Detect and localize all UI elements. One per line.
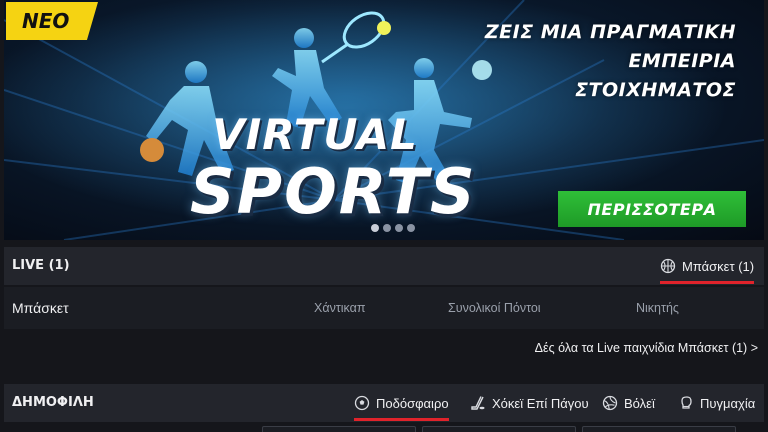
carousel-dot[interactable] (395, 224, 403, 232)
popular-tab-label: Χόκεϊ Επί Πάγου (492, 395, 589, 411)
basketball-icon (660, 258, 676, 274)
popular-section-header: ΔΗΜΟΦΙΛΗ Ποδόσφαιρο Χόκεϊ Επί Πάγου Βόλε… (4, 384, 764, 422)
banner-headline: ΖΕΙΣ ΜΙΑ ΠΡΑΓΜΑΤΙΚΗ ΕΜΠΕΙΡΙΑ ΣΤΟΙΧΗΜΑΤΟΣ (485, 18, 736, 105)
new-badge-label: NEO (22, 9, 70, 33)
market-select[interactable] (582, 426, 736, 432)
popular-tab-volleyball[interactable]: Βόλεϊ (602, 384, 655, 422)
live-sport-name: Μπάσκετ (12, 300, 69, 316)
live-tab-basketball[interactable]: Μπάσκετ (1) (660, 247, 755, 285)
live-section-header: LIVE (1) Μπάσκετ (1) (4, 247, 764, 285)
more-button[interactable]: ΠΕΡΙΣΣΟΤΕΡΑ (558, 191, 746, 227)
live-section-title: LIVE (1) (12, 258, 70, 273)
logo-line-virtual: VIRTUAL (212, 110, 418, 159)
popular-tab-boxing[interactable]: Πυγμαχία (678, 384, 755, 422)
column-handicap: Χάντικαπ (314, 301, 366, 315)
carousel-dot[interactable] (383, 224, 391, 232)
see-all-live-link[interactable]: Δές όλα τα Live παιχνίδια Μπάσκετ (1) > (535, 341, 758, 355)
headline-line: ΕΜΠΕΙΡΙΑ (628, 50, 736, 72)
headline-line: ΖΕΙΣ ΜΙΑ ΠΡΑΓΜΑΤΙΚΗ (484, 21, 736, 43)
ice-hockey-icon (470, 395, 486, 411)
popular-tab-ice-hockey[interactable]: Χόκεϊ Επί Πάγου (470, 384, 589, 422)
live-tab-label: Μπάσκετ (1) (682, 258, 755, 274)
popular-tab-label: Βόλεϊ (624, 395, 655, 411)
column-total-points: Συνολικοί Πόντοι (448, 301, 541, 315)
popular-tab-label: Πυγμαχία (700, 395, 756, 411)
virtual-sports-logo: VIRTUAL SPORTS (190, 110, 477, 228)
volleyball-icon (602, 395, 618, 411)
soccer-ball-icon (354, 395, 370, 411)
carousel-dot[interactable] (407, 224, 415, 232)
popular-tab-label: Ποδόσφαιρο (376, 395, 449, 411)
market-select[interactable] (422, 426, 576, 432)
promo-banner[interactable]: NEO ΖΕΙΣ ΜΙΑ ΠΡΑΓΜΑΤΙΚΗ ΕΜΠΕΙΡΙΑ ΣΤΟΙΧΗΜ… (4, 0, 764, 240)
boxing-glove-icon (678, 395, 694, 411)
market-select[interactable] (262, 426, 416, 432)
carousel-dots (371, 224, 415, 232)
popular-tab-football[interactable]: Ποδόσφαιρο (354, 384, 449, 422)
logo-line-sports: SPORTS (190, 155, 477, 228)
column-winner: Νικητής (636, 301, 679, 315)
headline-line: ΣΤΟΙΧΗΜΑΤΟΣ (575, 79, 736, 101)
new-badge: NEO (6, 2, 98, 40)
live-market-header-row: Μπάσκετ Χάντικαπ Συνολικοί Πόντοι Νικητή… (4, 287, 764, 329)
popular-section-title: ΔΗΜΟΦΙΛΗ (12, 395, 94, 410)
carousel-dot[interactable] (371, 224, 379, 232)
